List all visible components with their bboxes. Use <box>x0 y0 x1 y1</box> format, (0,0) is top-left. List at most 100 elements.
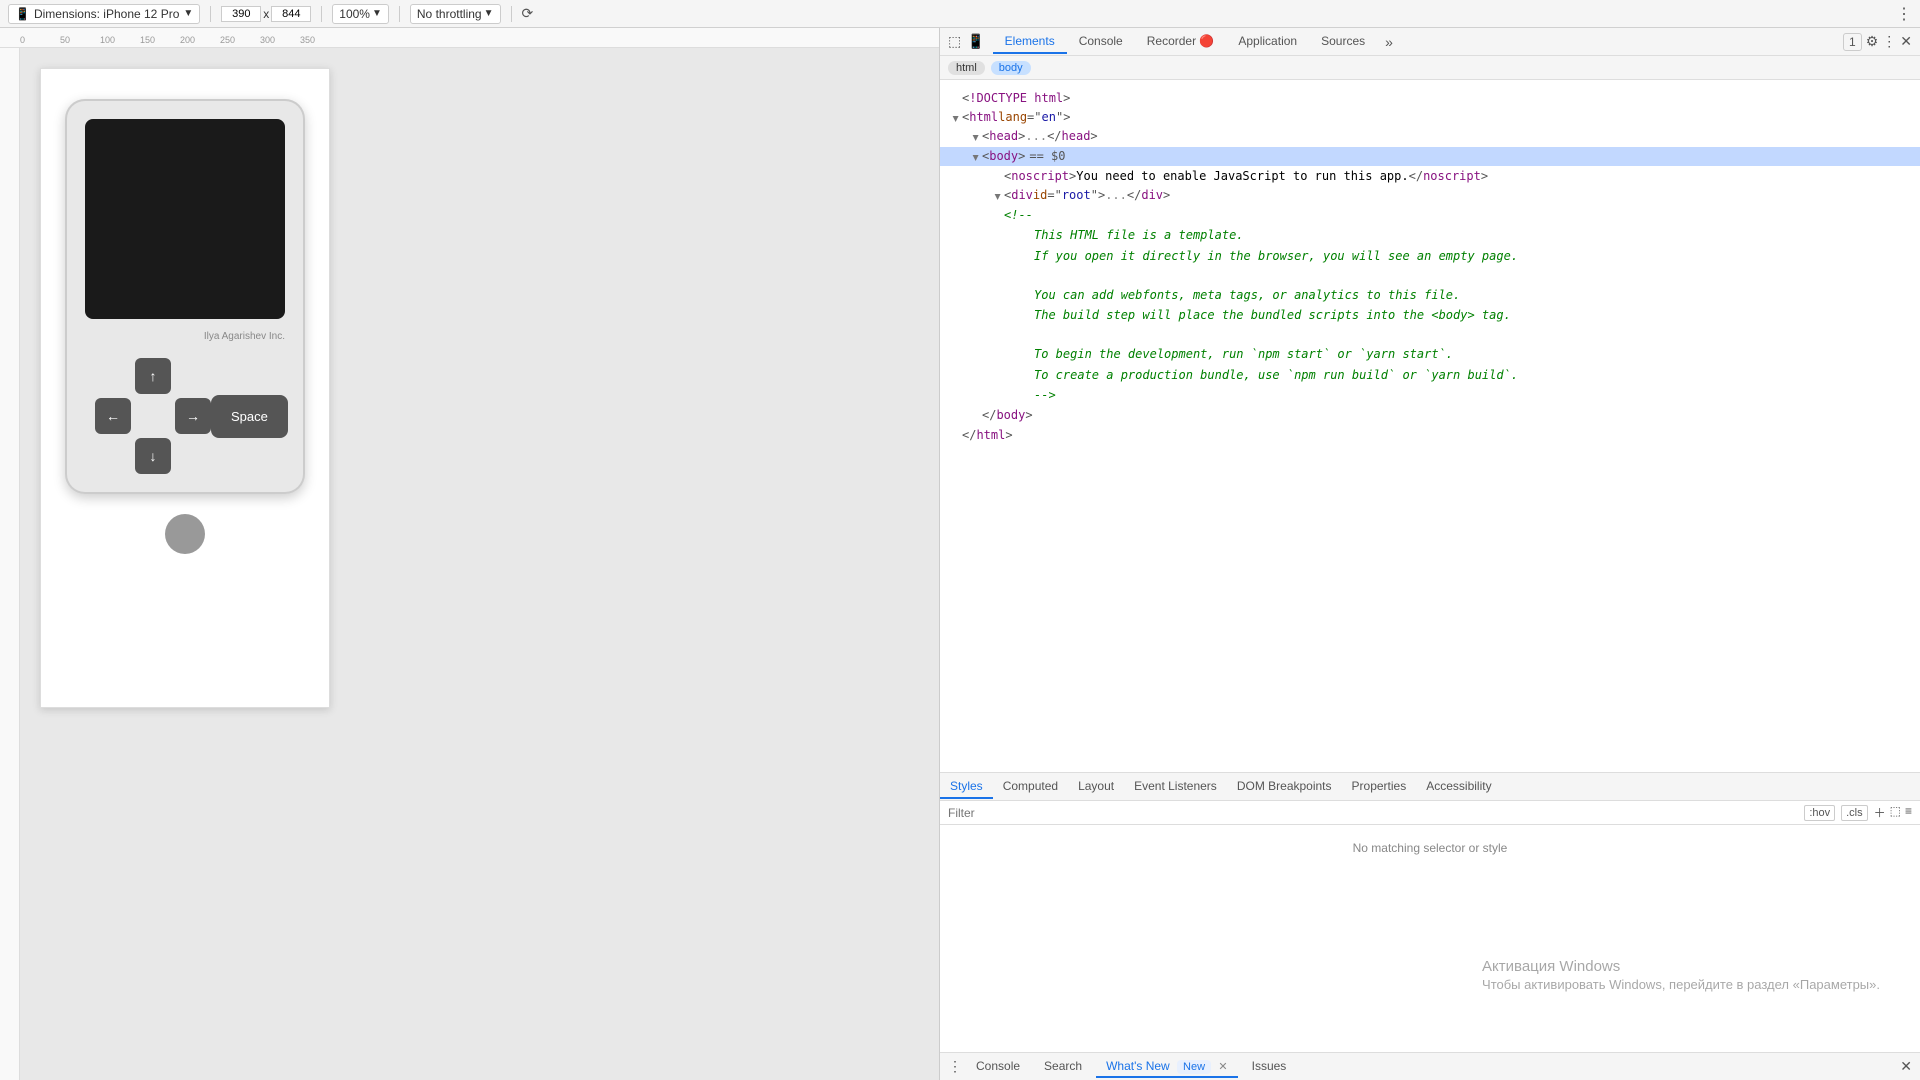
tab-event-listeners[interactable]: Event Listeners <box>1124 775 1227 799</box>
code-line-html[interactable]: <html lang="en" > <box>940 108 1920 127</box>
windows-activation: Активация Windows Чтобы активировать Win… <box>1482 958 1880 992</box>
code-line-html-close: </html> <box>940 425 1920 445</box>
space-button[interactable]: Space <box>211 395 288 438</box>
console-tab-whats-new[interactable]: What's New New ✕ <box>1096 1056 1238 1078</box>
height-input[interactable] <box>271 6 311 22</box>
throttle-selector[interactable]: No throttling ▼ <box>410 4 501 24</box>
dpad-down-button[interactable]: ↓ <box>135 438 171 474</box>
rotate-button[interactable]: ⟳ <box>522 5 534 22</box>
ruler-mark: 300 <box>260 35 300 45</box>
toolbar-more-button[interactable]: ⋮ <box>1896 4 1912 24</box>
close-bottom-panel-icon[interactable]: ✕ <box>1900 1058 1912 1075</box>
ruler-mark: 0 <box>20 35 60 45</box>
selector-body[interactable]: body <box>991 61 1031 75</box>
html-code-panel[interactable]: <!DOCTYPE html> <html lang="en" > <head>… <box>940 80 1920 772</box>
dim-x: x <box>263 7 269 21</box>
filter-cls-button[interactable]: .cls <box>1841 805 1868 821</box>
code-line-doctype: <!DOCTYPE html> <box>940 88 1920 108</box>
console-bar: ⋮ Console Search What's New New ✕ Issues… <box>940 1052 1920 1080</box>
tab-layout[interactable]: Layout <box>1068 775 1124 799</box>
dpad-left-button[interactable]: ← <box>95 398 131 434</box>
console-tab-issues[interactable]: Issues <box>1242 1056 1297 1078</box>
code-line-blank-2 <box>940 325 1920 344</box>
separator-3 <box>399 6 400 22</box>
code-line-comment-5: To begin the development, run `npm start… <box>940 344 1920 364</box>
device-label: Dimensions: iPhone 12 Pro <box>34 7 179 21</box>
viewport-area[interactable]: Ilya Agarishev Inc. ↑ ← → <box>20 48 939 1080</box>
new-badge: New <box>1177 1060 1211 1074</box>
selector-html[interactable]: html <box>948 61 985 75</box>
code-line-comment-1: This HTML file is a template. <box>940 225 1920 245</box>
filter-inspect-icon[interactable]: ⬚ <box>1890 804 1901 821</box>
ruler-mark: 200 <box>180 35 220 45</box>
ruler-mark: 100 <box>100 35 140 45</box>
code-line-root[interactable]: <div id="root" > ... </div> <box>940 186 1920 205</box>
dpad-right-button[interactable]: → <box>175 398 211 434</box>
console-tab-search[interactable]: Search <box>1034 1056 1092 1078</box>
tab-styles[interactable]: Styles <box>940 775 993 799</box>
tab-accessibility[interactable]: Accessibility <box>1416 775 1501 799</box>
tab-console[interactable]: Console <box>1067 30 1135 54</box>
whats-new-close-icon[interactable]: ✕ <box>1218 1061 1227 1073</box>
no-matching-message: No matching selector or style <box>940 825 1920 871</box>
code-line-body[interactable]: <body> == $0 <box>940 147 1920 166</box>
ruler-mark: 150 <box>140 35 180 45</box>
device-toggle-icon[interactable]: 📱 <box>967 33 984 50</box>
styles-filter-input[interactable] <box>948 806 1798 820</box>
settings-icon[interactable]: ⚙ <box>1866 33 1879 50</box>
tab-application[interactable]: Application <box>1226 30 1309 54</box>
dpad-up-button[interactable]: ↑ <box>135 358 171 394</box>
devtools-panel: ⬚ 📱 Elements Console Recorder 🔴 Applicat… <box>940 28 1920 1080</box>
filter-icon-group: ＋ ⬚ ≡ <box>1874 804 1912 821</box>
main-layout: 0 50 100 150 200 250 300 350 <box>0 28 1920 1080</box>
tab-more[interactable]: » <box>1377 30 1401 54</box>
styles-tab-bar: Styles Computed Layout Event Listeners D… <box>940 773 1920 801</box>
throttle-dropdown-icon: ▼ <box>484 8 494 19</box>
code-line-comment-4: The build step will place the bundled sc… <box>940 305 1920 325</box>
code-line-comment-open: <!-- <box>940 205 1920 225</box>
styles-panel: Styles Computed Layout Event Listeners D… <box>940 772 1920 1052</box>
phone-controls: ↑ ← → ↓ Space <box>85 358 285 474</box>
phone-credit: Ilya Agarishev Inc. <box>85 331 285 342</box>
code-line-noscript[interactable]: <noscript>You need to enable JavaScript … <box>940 166 1920 186</box>
expand-arrow-root[interactable] <box>990 190 1004 204</box>
styles-content-area: Активация Windows Чтобы активировать Win… <box>940 871 1920 1052</box>
console-more-icon[interactable]: ⋮ <box>948 1058 962 1075</box>
code-line-comment-6: To create a production bundle, use `npm … <box>940 365 1920 385</box>
code-line-head[interactable]: <head> ... </head> <box>940 127 1920 146</box>
code-line-body-close: </body> <box>940 405 1920 425</box>
phone-screen <box>85 119 285 319</box>
filter-add-icon[interactable]: ＋ <box>1874 804 1886 821</box>
phone-frame-container: Ilya Agarishev Inc. ↑ ← → <box>40 68 330 708</box>
ruler-horizontal: 0 50 100 150 200 250 300 350 <box>0 28 939 48</box>
filter-hov-button[interactable]: :hov <box>1804 805 1835 821</box>
selector-bar: html body <box>940 56 1920 80</box>
dimensions-inputs: x <box>221 6 311 22</box>
expand-arrow-head[interactable] <box>968 131 982 145</box>
filter-more-icon[interactable]: ≡ <box>1905 804 1912 821</box>
expand-arrow-html[interactable] <box>948 112 962 126</box>
tab-computed[interactable]: Computed <box>993 775 1068 799</box>
home-indicator[interactable] <box>165 514 205 554</box>
inspect-element-icon[interactable]: ⬚ <box>948 33 961 50</box>
styles-filter-bar: :hov .cls ＋ ⬚ ≡ <box>940 801 1920 825</box>
code-line-comment-close: --> <box>940 385 1920 405</box>
width-input[interactable] <box>221 6 261 22</box>
tab-elements[interactable]: Elements <box>993 30 1067 54</box>
device-selector[interactable]: 📱 Dimensions: iPhone 12 Pro ▼ <box>8 4 200 24</box>
zoom-selector[interactable]: 100% ▼ <box>332 4 389 24</box>
device-dropdown-icon: ▼ <box>183 8 193 19</box>
expand-arrow-body[interactable] <box>968 151 982 165</box>
tab-sources[interactable]: Sources <box>1309 30 1377 54</box>
tab-properties[interactable]: Properties <box>1342 775 1417 799</box>
console-tab-console[interactable]: Console <box>966 1056 1030 1078</box>
tab-recorder[interactable]: Recorder 🔴 <box>1135 30 1227 54</box>
ruler-mark: 250 <box>220 35 260 45</box>
tab-dom-breakpoints[interactable]: DOM Breakpoints <box>1227 775 1342 799</box>
more-vert-icon[interactable]: ⋮ <box>1882 33 1896 50</box>
dpad: ↑ ← → ↓ <box>95 358 211 474</box>
notification-badge[interactable]: 1 <box>1843 33 1862 51</box>
close-devtools-icon[interactable]: ✕ <box>1900 33 1912 50</box>
browser-content: Ilya Agarishev Inc. ↑ ← → <box>0 48 939 1080</box>
code-line-comment-3: You can add webfonts, meta tags, or anal… <box>940 285 1920 305</box>
